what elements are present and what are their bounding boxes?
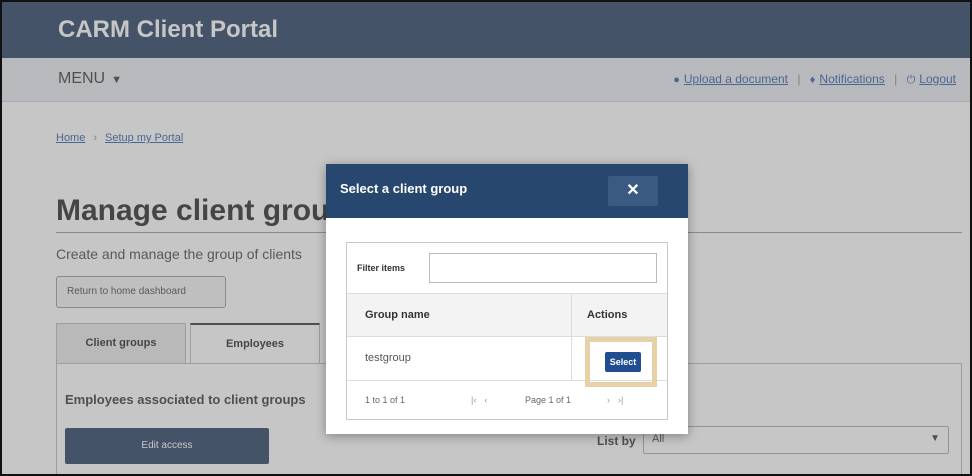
grid-header-row: Group name Actions — [347, 293, 667, 337]
dialog-header: Select a client group ✕ — [326, 164, 688, 218]
group-grid: Filter items Group name Actions testgrou… — [346, 242, 668, 420]
prev-page-icon[interactable]: ‹ — [484, 395, 487, 405]
pager-count: 1 to 1 of 1 — [365, 395, 406, 405]
table-row: testgroup Select — [347, 337, 667, 387]
close-icon[interactable]: ✕ — [608, 176, 658, 206]
filter-input[interactable] — [429, 253, 657, 283]
pager-nav-back: |‹ ‹ — [471, 395, 495, 405]
pager-nav-forward: › ›| — [607, 395, 631, 405]
last-page-icon[interactable]: ›| — [618, 395, 623, 405]
column-header-group-name[interactable]: Group name — [365, 309, 430, 321]
select-group-button[interactable]: Select — [605, 352, 641, 372]
next-page-icon[interactable]: › — [607, 395, 610, 405]
pager: 1 to 1 of 1 |‹ ‹ Page 1 of 1 › ›| — [347, 381, 667, 419]
first-page-icon[interactable]: |‹ — [471, 395, 476, 405]
pager-page-info: Page 1 of 1 — [525, 395, 572, 405]
select-client-group-dialog: Select a client group ✕ Filter items Gro… — [326, 164, 688, 434]
group-name-cell: testgroup — [365, 352, 411, 364]
dialog-title: Select a client group — [340, 181, 468, 196]
column-header-actions: Actions — [587, 309, 628, 321]
filter-label: Filter items — [357, 263, 406, 273]
app-window: CARM Client Portal MENU ▼ ● Upload a docum… — [0, 0, 972, 476]
